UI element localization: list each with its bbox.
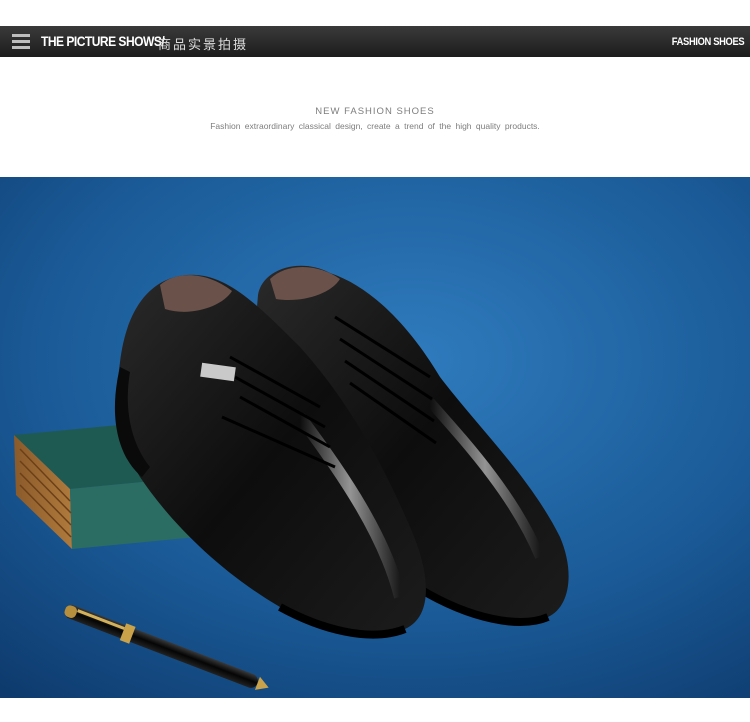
- header-subtitle: 商品实景拍摄: [158, 38, 249, 53]
- header-bar: THE PICTURE SHOWS/ 商品实景拍摄 FASHION SHOES: [0, 26, 750, 57]
- header-right-label: FASHION SHOES: [671, 36, 745, 48]
- menu-icon: [12, 34, 30, 50]
- section-heading: NEW FASHION SHOES: [315, 106, 435, 117]
- header-title: THE PICTURE SHOWS/: [41, 33, 165, 49]
- section-tagline: Fashion extraordinary classical design, …: [210, 121, 540, 131]
- product-photo: [0, 177, 750, 698]
